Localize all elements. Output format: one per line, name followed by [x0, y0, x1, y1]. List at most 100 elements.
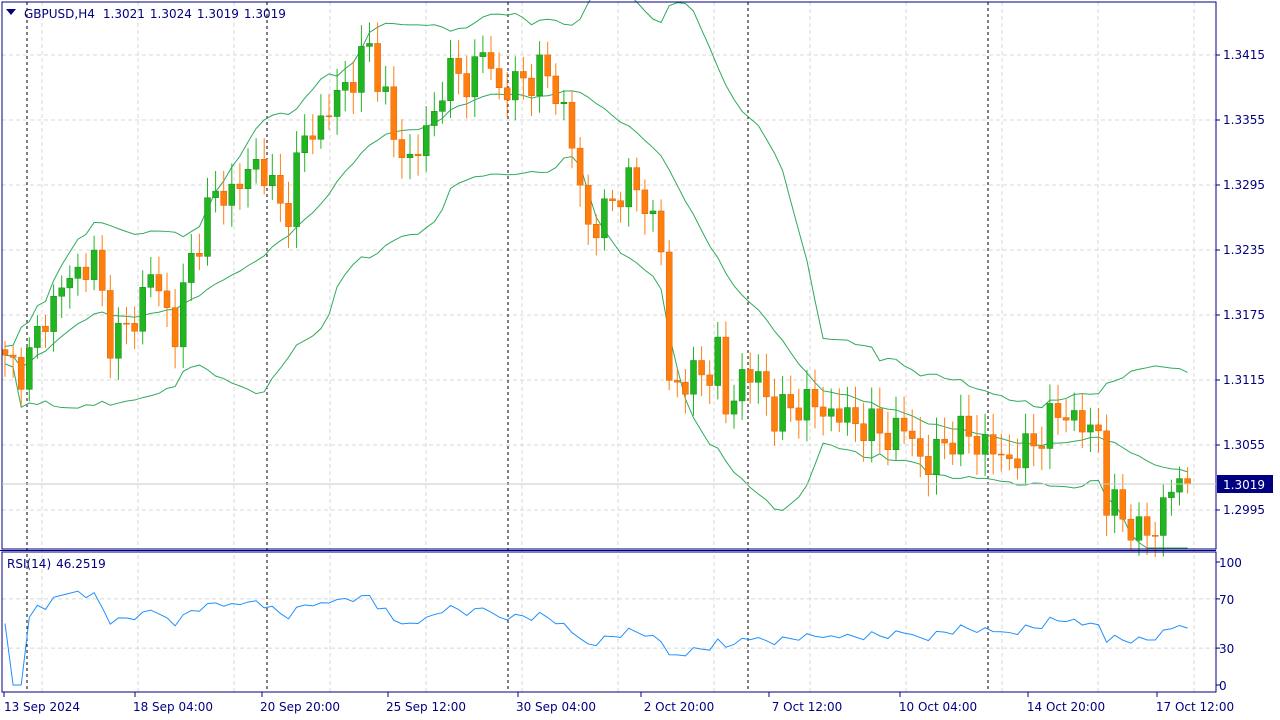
- candle-body: [350, 82, 357, 93]
- candle-body: [981, 434, 989, 455]
- candle-body: [593, 223, 600, 239]
- candle-body: [1168, 491, 1175, 498]
- candle-body: [819, 406, 827, 417]
- candle-body: [625, 167, 632, 208]
- candle-body: [82, 266, 90, 280]
- time-tick-label: 14 Oct 20:00: [1027, 700, 1105, 714]
- candle-body: [269, 175, 276, 187]
- candle-body: [682, 381, 689, 395]
- candle-body: [317, 115, 325, 140]
- candle-body: [1046, 403, 1054, 449]
- candle-body: [657, 210, 665, 253]
- rsi-tick-label: 0: [1219, 679, 1227, 693]
- candle-body: [147, 274, 155, 288]
- time-tick-label: 30 Sep 04:00: [516, 700, 596, 714]
- candle-body: [9, 354, 17, 358]
- rsi-header: RSI(14) 46.2519: [7, 557, 106, 571]
- price-tick-label: 1.3175: [1223, 308, 1265, 322]
- candle-body: [552, 75, 560, 104]
- candle-body: [236, 183, 244, 189]
- time-axis: 13 Sep 2024 18 Sep 04:00 20 Sep 20:00 25 Se…: [3, 692, 1234, 714]
- candle-body: [74, 266, 82, 279]
- candle-body: [609, 198, 616, 201]
- price-tick-label: 1.3415: [1223, 48, 1265, 62]
- candle-body: [42, 325, 49, 332]
- time-tick-label: 7 Oct 12:00: [772, 700, 843, 714]
- candle-body: [763, 371, 770, 398]
- candle-body: [171, 307, 179, 348]
- time-tick-label: 10 Oct 04:00: [899, 700, 977, 714]
- candle-body: [1030, 433, 1037, 447]
- candle-body: [212, 190, 219, 198]
- candle-body: [98, 249, 106, 291]
- candle-body: [17, 357, 25, 390]
- candle-body: [1160, 497, 1167, 536]
- candle-body: [358, 46, 365, 93]
- rsi-tick-label: 70: [1219, 593, 1234, 607]
- candle-body: [722, 336, 730, 415]
- rsi-series: [4, 590, 1188, 686]
- time-tick-label: 25 Sep 12:00: [386, 700, 466, 714]
- candle-body: [876, 408, 884, 434]
- candle-body: [560, 101, 568, 104]
- candle-body: [1103, 430, 1110, 516]
- candle-body: [584, 184, 592, 225]
- candle-body: [115, 322, 122, 359]
- candle-body: [309, 135, 317, 140]
- candle-body: [544, 54, 551, 77]
- candle-body: [1062, 417, 1070, 421]
- candle-body: [503, 87, 511, 101]
- candle-body: [860, 423, 867, 442]
- candle-body: [463, 73, 470, 98]
- candle-body: [471, 56, 479, 98]
- candle-body: [576, 147, 584, 186]
- chart-canvas: GBPUSD,H4 1.3021 1.3024 1.3019 1.3019 RSI(14…: [0, 0, 1273, 714]
- candle-body: [908, 430, 916, 439]
- candle-body: [1014, 458, 1021, 469]
- price-tick-label: 1.3355: [1223, 113, 1265, 127]
- candle-body: [900, 417, 908, 432]
- candle-body: [746, 369, 754, 383]
- candle-body: [941, 438, 948, 444]
- candle-body: [536, 54, 543, 96]
- candle-body: [568, 101, 576, 149]
- candle-body: [179, 282, 187, 348]
- chart-header: GBPUSD,H4 1.3021 1.3024 1.3019 1.3019: [24, 7, 286, 21]
- candle-body: [390, 86, 398, 140]
- collapse-triangle-icon[interactable]: [6, 9, 16, 15]
- candle-body: [301, 135, 308, 154]
- candle-body: [204, 197, 211, 257]
- price-tick-label: 1.3115: [1223, 373, 1265, 387]
- candle-body: [1022, 433, 1029, 469]
- candle-body: [1111, 489, 1118, 516]
- candle-body: [366, 43, 373, 47]
- time-tick-label: 17 Oct 12:00: [1156, 700, 1234, 714]
- candle-body: [949, 442, 956, 455]
- candle-body: [1095, 424, 1102, 432]
- candle-body: [131, 323, 138, 332]
- candle-body: [188, 253, 195, 283]
- candle-body: [957, 415, 965, 455]
- price-tick-label: 1.2995: [1223, 503, 1265, 517]
- candle-body: [341, 82, 349, 91]
- candle-body: [1079, 410, 1086, 433]
- candle-body: [58, 287, 65, 297]
- candle-body: [998, 453, 1005, 456]
- candle-body: [277, 175, 284, 204]
- candle-body: [1119, 489, 1127, 520]
- candle-body: [933, 438, 940, 475]
- price-tick-label: 1.3055: [1223, 438, 1265, 452]
- candle-body: [414, 153, 422, 157]
- current-price-label: 1.3019: [1223, 478, 1265, 492]
- candle-body: [374, 43, 381, 92]
- candle-body: [892, 417, 900, 450]
- candle-body: [155, 274, 163, 292]
- candle-body: [795, 407, 803, 421]
- candle-body: [1143, 516, 1151, 536]
- candle-body: [698, 360, 705, 376]
- candle-body: [220, 190, 227, 206]
- candle-body: [884, 432, 892, 450]
- candle-body: [487, 52, 495, 69]
- rsi-tick-label: 30: [1219, 642, 1234, 656]
- candle-body: [422, 125, 430, 157]
